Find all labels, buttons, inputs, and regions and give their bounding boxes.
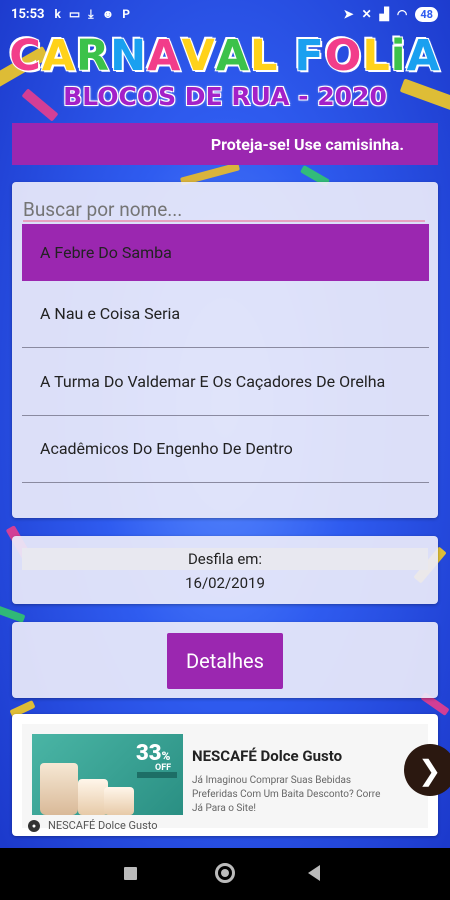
list-item-label: A Febre Do Samba bbox=[40, 242, 172, 262]
title-letter: R bbox=[75, 30, 111, 82]
notification-icons: k ▭ ⤓ ☻ P bbox=[55, 8, 130, 20]
ad-arrow-icon[interactable]: ❯ bbox=[404, 744, 450, 796]
recents-button[interactable] bbox=[124, 867, 137, 880]
alien-icon: ☻ bbox=[101, 7, 115, 21]
coffee-cup-icon bbox=[104, 787, 134, 815]
ad-image[interactable]: 33% OFF bbox=[32, 734, 183, 815]
ad-strip bbox=[137, 772, 177, 778]
coffee-cup-icon bbox=[40, 763, 78, 815]
app-title: CARNAVAL FOLiA bbox=[0, 30, 450, 82]
wifi-icon: ◠ bbox=[396, 7, 408, 21]
list-item[interactable]: A Nau e Coisa Seria bbox=[22, 281, 429, 348]
title-letter: i bbox=[390, 30, 407, 82]
title-letter: F bbox=[293, 30, 325, 82]
title-letter: V bbox=[180, 30, 216, 82]
details-card: Detalhes bbox=[12, 622, 438, 698]
app-subtitle: BLOCOS DE RUA - 2020 bbox=[63, 82, 387, 111]
ad-content[interactable]: 33% OFF NESCAFÉ Dolce Gusto Já Imaginou … bbox=[22, 724, 428, 832]
title-letter: L bbox=[249, 30, 279, 82]
title-letter: N bbox=[109, 30, 148, 82]
title-letter: O bbox=[324, 30, 363, 82]
title-letter: L bbox=[361, 30, 391, 82]
battery-icon: 48 bbox=[415, 6, 438, 22]
ad-description: Já Imaginou Comprar Suas Bebidas Preferi… bbox=[192, 775, 381, 814]
title-letter bbox=[278, 30, 294, 82]
title-letter: A bbox=[215, 30, 251, 82]
location-icon: ➤ bbox=[343, 7, 354, 21]
details-button[interactable]: Detalhes bbox=[167, 633, 283, 689]
back-button[interactable] bbox=[308, 865, 320, 881]
system-icons: ➤ ✕ ▟ ◠ 48 bbox=[343, 6, 438, 22]
title-letter: A bbox=[146, 30, 182, 82]
list-item-label: Acadêmicos Do Engenho De Dentro bbox=[40, 439, 293, 458]
title-letter: A bbox=[41, 30, 77, 82]
blocos-list-card: A Febre Do Samba A Nau e Coisa Seria A T… bbox=[12, 182, 438, 518]
home-button[interactable] bbox=[215, 863, 235, 883]
title-letter: A bbox=[405, 30, 441, 82]
status-time: 15:53 bbox=[11, 6, 45, 22]
status-bar: 15:53 k ▭ ⤓ ☻ P ➤ ✕ ▟ ◠ 48 bbox=[0, 0, 450, 28]
ad-advertiser: ● NESCAFÉ Dolce Gusto bbox=[28, 819, 158, 832]
parade-date-card: Desfila em: 16/02/2019 bbox=[12, 536, 438, 604]
download-icon: ⤓ bbox=[88, 7, 94, 21]
list-item-label: A Nau e Coisa Seria bbox=[40, 304, 181, 323]
list-item[interactable]: A Febre Do Samba bbox=[22, 224, 429, 281]
parade-date-value: 16/02/2019 bbox=[185, 574, 265, 592]
list-item-label: A Turma Do Valdemar E Os Caçadores De Or… bbox=[40, 371, 386, 391]
mute-icon: ✕ bbox=[361, 7, 372, 21]
title-letter: C bbox=[8, 30, 42, 82]
k-icon: k bbox=[54, 7, 61, 21]
ad-title[interactable]: NESCAFÉ Dolce Gusto bbox=[192, 747, 342, 765]
banner-text: Proteja-se! Use camisinha. bbox=[210, 134, 404, 154]
laptop-icon: ▭ bbox=[68, 7, 81, 21]
ad-banner[interactable]: 33% OFF NESCAFÉ Dolce Gusto Já Imaginou … bbox=[12, 714, 450, 836]
parade-date-label: Desfila em: bbox=[22, 548, 428, 570]
list-item[interactable]: A Turma Do Valdemar E Os Caçadores De Or… bbox=[22, 348, 429, 416]
nescafe-logo-icon: ● bbox=[28, 819, 40, 832]
safety-banner: Proteja-se! Use camisinha. bbox=[12, 123, 438, 165]
search-input[interactable] bbox=[23, 198, 425, 222]
android-nav-bar bbox=[0, 848, 450, 900]
ad-advertiser-name: NESCAFÉ Dolce Gusto bbox=[48, 819, 158, 832]
p-icon: P bbox=[122, 7, 130, 21]
app-header: CARNAVAL FOLiA BLOCOS DE RUA - 2020 bbox=[0, 30, 450, 112]
signal-icon: ▟ bbox=[379, 7, 389, 21]
list-item[interactable]: Acadêmicos Do Engenho De Dentro bbox=[22, 416, 429, 483]
